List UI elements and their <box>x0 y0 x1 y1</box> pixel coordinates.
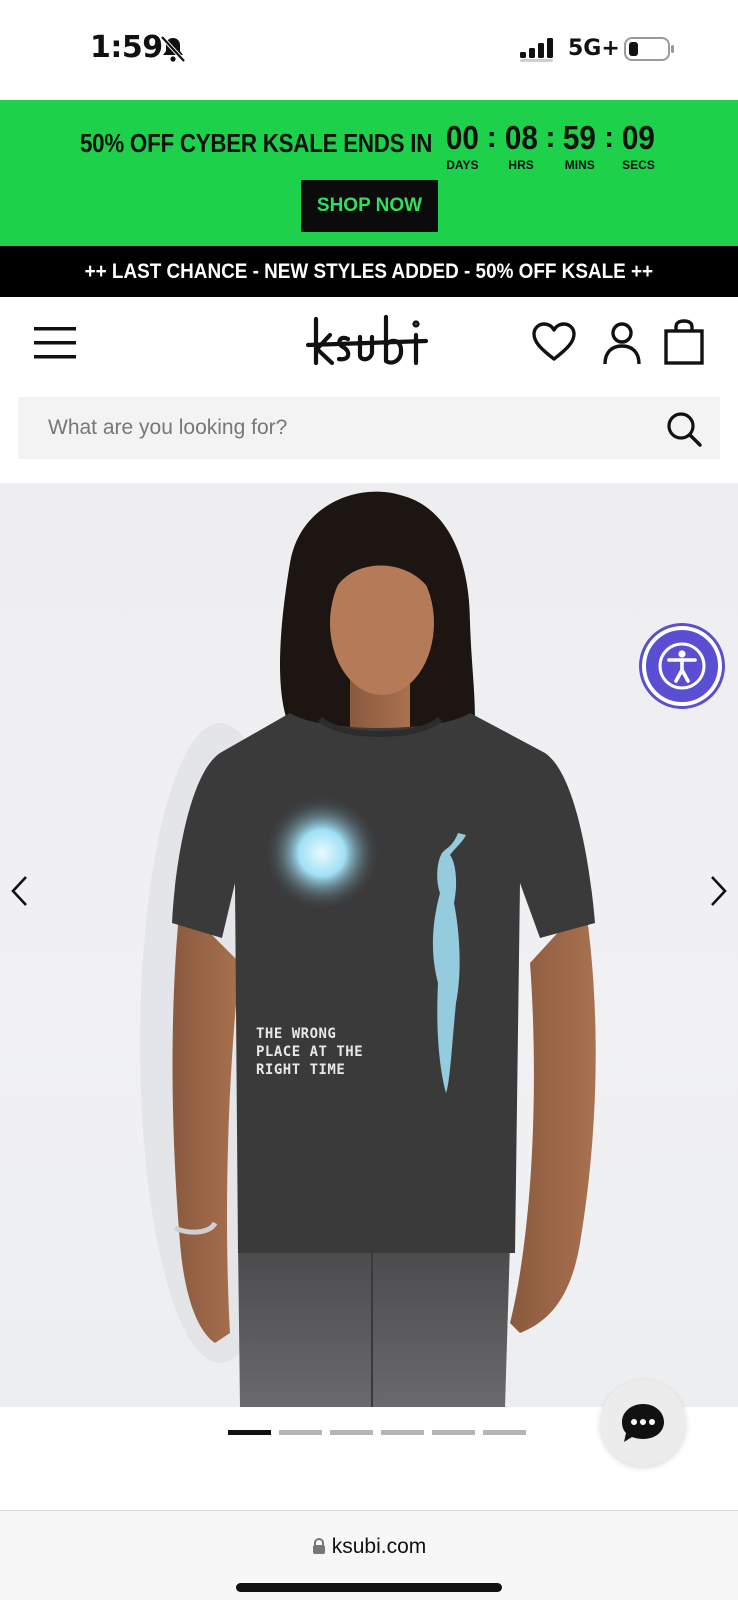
lock-icon <box>312 1538 325 1554</box>
countdown-timer: 00 DAYS : 08 HRS : 59 MINS : 09 SECS <box>444 119 657 173</box>
carousel-pagination <box>228 1430 526 1435</box>
countdown-separator: : <box>604 121 615 154</box>
shirt-print-line: THE WRONG <box>256 1026 337 1042</box>
account-user-icon[interactable] <box>602 321 642 365</box>
carousel-dot[interactable] <box>228 1430 271 1435</box>
product-photo <box>140 491 596 1407</box>
browser-address-bar[interactable]: ksubi.com <box>0 1510 738 1600</box>
countdown-separator: : <box>545 121 556 154</box>
site-header <box>0 297 738 393</box>
ticker-text: ++ LAST CHANCE - NEW STYLES ADDED - 50% … <box>84 259 654 283</box>
countdown-minutes: 59 MINS <box>561 119 598 173</box>
countdown-label: DAYS <box>446 158 479 172</box>
carousel-dot[interactable] <box>279 1430 322 1435</box>
carousel-dot[interactable] <box>381 1430 424 1435</box>
chevron-right-icon[interactable] <box>706 873 730 909</box>
shopping-bag-icon[interactable] <box>664 319 704 365</box>
carousel-dot[interactable] <box>330 1430 373 1435</box>
countdown-separator: : <box>486 121 497 154</box>
carousel-dot[interactable] <box>432 1430 475 1435</box>
carousel-dot[interactable] <box>483 1430 526 1435</box>
chat-icon <box>622 1404 664 1442</box>
shirt-print-text: THE WRONG PLACE AT THE RIGHT TIME <box>256 1025 366 1079</box>
status-bar: 1:59 5G+ <box>0 0 738 100</box>
announcement-ticker[interactable]: ++ LAST CHANCE - NEW STYLES ADDED - 50% … <box>0 246 738 297</box>
countdown-label: HRS <box>508 158 534 172</box>
countdown-label: SECS <box>622 158 655 172</box>
search-icon[interactable] <box>666 411 702 447</box>
countdown-days: 00 DAYS <box>444 119 481 173</box>
home-indicator <box>236 1583 502 1592</box>
menu-icon[interactable] <box>34 325 76 361</box>
countdown-hours: 08 HRS <box>503 119 540 173</box>
countdown-value: 08 <box>504 119 538 156</box>
product-image-carousel[interactable]: THE WRONG PLACE AT THE RIGHT TIME <box>0 483 738 1407</box>
accessibility-icon <box>658 642 706 690</box>
signal-icon <box>520 38 553 62</box>
url-display[interactable]: ksubi.com <box>0 1535 738 1559</box>
shirt-print-line: PLACE AT THE <box>256 1044 364 1060</box>
url-text: ksubi.com <box>331 1535 427 1558</box>
countdown-value: 59 <box>563 119 597 156</box>
search-bar <box>18 397 720 459</box>
countdown-value: 00 <box>445 119 479 156</box>
countdown-label: MINS <box>564 158 595 172</box>
countdown-value: 09 <box>621 119 656 156</box>
network-type: 5G+ <box>568 36 620 61</box>
ksubi-logo[interactable] <box>306 311 434 371</box>
countdown-seconds: 09 SECS <box>620 119 657 173</box>
search-input[interactable] <box>18 397 658 459</box>
promo-text: 50% OFF CYBER KSALE ENDS IN <box>80 128 433 158</box>
promo-banner: 50% OFF CYBER KSALE ENDS IN 00 DAYS : 08… <box>0 100 738 246</box>
shirt-print-line: RIGHT TIME <box>256 1062 346 1078</box>
accessibility-button[interactable] <box>642 626 722 706</box>
shop-now-button[interactable]: SHOP NOW <box>301 180 438 232</box>
chat-button[interactable] <box>600 1380 686 1466</box>
battery-icon <box>624 37 674 61</box>
bell-off-icon <box>160 35 186 63</box>
wishlist-heart-icon[interactable] <box>531 321 577 363</box>
status-time: 1:59 <box>90 30 163 65</box>
chevron-left-icon[interactable] <box>8 873 32 909</box>
